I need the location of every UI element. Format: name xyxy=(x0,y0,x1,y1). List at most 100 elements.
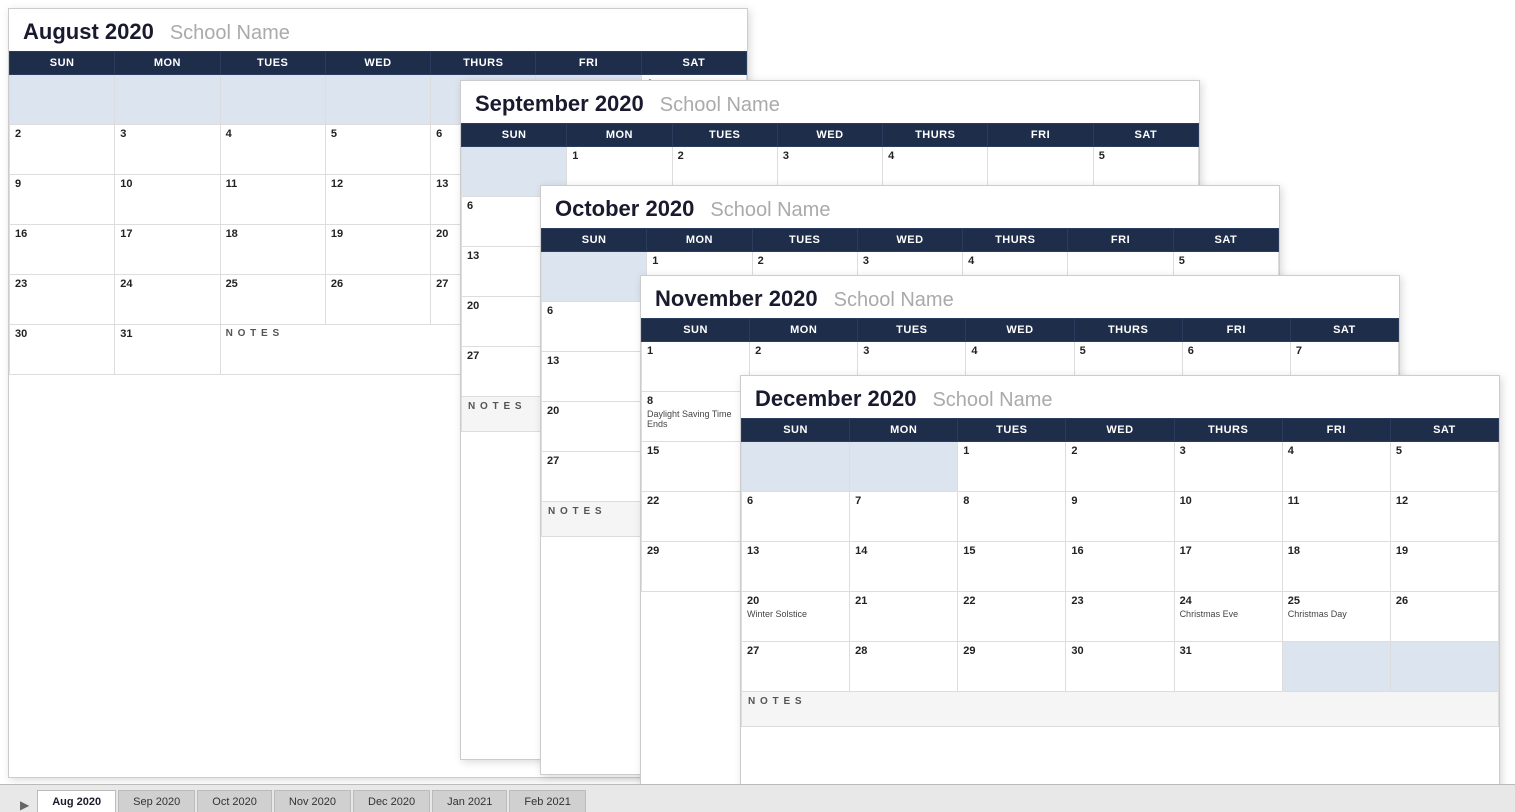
oct-header: October 2020 School Name xyxy=(541,186,1279,228)
tab-prev-arrow[interactable]: ▶ xyxy=(20,798,29,812)
aug-col-wed: WED xyxy=(325,52,430,75)
table-cell: 24Christmas Eve xyxy=(1174,592,1282,642)
table-cell: 9 xyxy=(10,175,115,225)
table-cell: 22 xyxy=(642,492,750,542)
dec-col-tue: TUES xyxy=(958,419,1066,442)
dec-table: SUN MON TUES WED THURS FRI SAT 1 2 3 4 5… xyxy=(741,418,1499,727)
oct-school: School Name xyxy=(710,199,830,222)
oct-col-mon: MON xyxy=(647,229,752,252)
december-calendar: December 2020 School Name SUN MON TUES W… xyxy=(740,375,1500,805)
table-cell: 21 xyxy=(850,592,958,642)
dec-col-wed: WED xyxy=(1066,419,1174,442)
table-cell: 18 xyxy=(1282,542,1390,592)
table-cell: 23 xyxy=(10,275,115,325)
sep-col-fri: FRI xyxy=(988,124,1093,147)
tab-nov-2020[interactable]: Nov 2020 xyxy=(274,790,351,812)
table-row: 20Winter Solstice 21 22 23 24Christmas E… xyxy=(742,592,1499,642)
table-cell: 6 xyxy=(542,302,647,352)
august-header: August 2020 School Name xyxy=(9,9,747,51)
sep-col-sun: SUN xyxy=(462,124,567,147)
oct-col-tue: TUES xyxy=(752,229,857,252)
table-cell: 29 xyxy=(958,642,1066,692)
table-cell: 13 xyxy=(542,352,647,402)
dec-col-sun: SUN xyxy=(742,419,850,442)
table-cell: 31 xyxy=(115,325,220,375)
table-cell: 15 xyxy=(958,542,1066,592)
table-cell: 30 xyxy=(10,325,115,375)
table-cell: 20Winter Solstice xyxy=(742,592,850,642)
table-cell xyxy=(1282,642,1390,692)
table-row: 6 7 8 9 10 11 12 xyxy=(742,492,1499,542)
tab-feb-2021[interactable]: Feb 2021 xyxy=(509,790,585,812)
table-cell: 3 xyxy=(1174,442,1282,492)
sep-col-wed: WED xyxy=(777,124,882,147)
oct-col-sat: SAT xyxy=(1173,229,1278,252)
table-cell xyxy=(10,75,115,125)
oct-col-fri: FRI xyxy=(1068,229,1173,252)
table-cell xyxy=(115,75,220,125)
dec-title: December 2020 xyxy=(755,386,916,412)
table-cell: 17 xyxy=(1174,542,1282,592)
oct-title: October 2020 xyxy=(555,196,694,222)
oct-col-wed: WED xyxy=(857,229,962,252)
dec-col-mon: MON xyxy=(850,419,958,442)
table-cell: 25 xyxy=(220,275,325,325)
aug-col-mon: MON xyxy=(115,52,220,75)
table-cell: 28 xyxy=(850,642,958,692)
table-cell: 29 xyxy=(642,542,750,592)
table-cell: 3 xyxy=(115,125,220,175)
table-cell: 9 xyxy=(1066,492,1174,542)
table-cell: 8Daylight Saving Time Ends xyxy=(642,392,750,442)
table-cell xyxy=(325,75,430,125)
nov-col-sat: SAT xyxy=(1290,319,1398,342)
table-cell: 12 xyxy=(1390,492,1498,542)
table-cell: 25Christmas Day xyxy=(1282,592,1390,642)
table-cell: 13 xyxy=(742,542,850,592)
sep-school: School Name xyxy=(660,94,780,117)
table-cell: 26 xyxy=(1390,592,1498,642)
dec-school: School Name xyxy=(932,389,1052,412)
table-cell: 27 xyxy=(542,452,647,502)
tab-oct-2020[interactable]: Oct 2020 xyxy=(197,790,272,812)
table-cell: 18 xyxy=(220,225,325,275)
notes-cell: N O T E S xyxy=(742,692,1499,727)
august-school: School Name xyxy=(170,22,290,45)
dec-header: December 2020 School Name xyxy=(741,376,1499,418)
table-cell xyxy=(542,252,647,302)
nov-header: November 2020 School Name xyxy=(641,276,1399,318)
dec-col-fri: FRI xyxy=(1282,419,1390,442)
table-cell: 16 xyxy=(1066,542,1174,592)
tab-aug-2020[interactable]: Aug 2020 xyxy=(37,790,116,812)
table-cell: 5 xyxy=(1390,442,1498,492)
sep-col-tue: TUES xyxy=(672,124,777,147)
table-cell: 17 xyxy=(115,225,220,275)
table-cell: 19 xyxy=(325,225,430,275)
table-cell: 19 xyxy=(1390,542,1498,592)
table-cell: 26 xyxy=(325,275,430,325)
sep-title: September 2020 xyxy=(475,91,644,117)
nov-col-tue: TUES xyxy=(858,319,966,342)
table-cell: 4 xyxy=(1282,442,1390,492)
tab-bar: ▶ Aug 2020 Sep 2020 Oct 2020 Nov 2020 De… xyxy=(0,784,1515,812)
tab-dec-2020[interactable]: Dec 2020 xyxy=(353,790,430,812)
aug-col-sat: SAT xyxy=(641,52,746,75)
aug-col-tue: TUES xyxy=(220,52,325,75)
table-cell: 11 xyxy=(1282,492,1390,542)
table-cell: 22 xyxy=(958,592,1066,642)
dec-col-thu: THURS xyxy=(1174,419,1282,442)
table-cell: 23 xyxy=(1066,592,1174,642)
table-cell: 14 xyxy=(850,542,958,592)
nov-title: November 2020 xyxy=(655,286,818,312)
nov-school: School Name xyxy=(834,289,954,312)
table-cell: 8 xyxy=(958,492,1066,542)
table-cell: 24 xyxy=(115,275,220,325)
tab-jan-2021[interactable]: Jan 2021 xyxy=(432,790,507,812)
sep-col-sat: SAT xyxy=(1093,124,1198,147)
sep-header: September 2020 School Name xyxy=(461,81,1199,123)
nov-col-fri: FRI xyxy=(1182,319,1290,342)
tab-sep-2020[interactable]: Sep 2020 xyxy=(118,790,195,812)
nov-col-wed: WED xyxy=(966,319,1074,342)
table-cell: 2 xyxy=(10,125,115,175)
sep-col-mon: MON xyxy=(567,124,672,147)
table-cell: 1 xyxy=(958,442,1066,492)
